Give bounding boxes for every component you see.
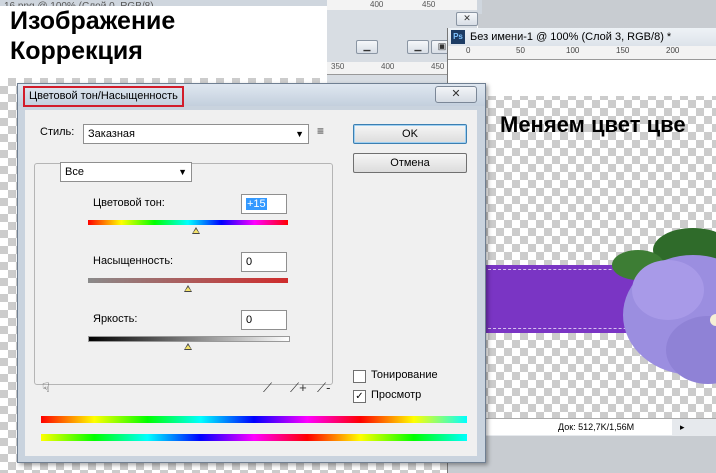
dialog-title: Цветовой тон/Насыщенность — [23, 86, 184, 107]
saturation-slider-handle[interactable] — [184, 285, 192, 292]
hue-saturation-dialog: Цветовой тон/Насыщенность ✕ Стиль: Заказ… — [17, 83, 486, 463]
dialog-close-button[interactable]: ✕ — [435, 86, 477, 103]
adjusted-color-bar — [41, 434, 467, 441]
workspace-background — [448, 436, 716, 473]
cancel-button[interactable]: Отмена — [353, 153, 467, 173]
adjustment-group — [34, 163, 333, 385]
hue-slider[interactable] — [88, 220, 288, 225]
channel-select[interactable]: Все ▼ — [60, 162, 192, 182]
colorize-label: Тонирование — [371, 369, 438, 381]
preview-checkbox[interactable]: ✓ — [353, 390, 366, 403]
ok-button[interactable]: OK — [353, 124, 467, 144]
targeted-adjustment-hand-icon[interactable]: ☟ — [42, 380, 50, 396]
document-size: Док: 512,7K/1,56M — [558, 422, 635, 432]
style-select[interactable]: Заказная ▼ — [83, 124, 309, 144]
saturation-value-input[interactable]: 0 — [241, 252, 287, 272]
preset-menu-icon[interactable]: ≡ — [317, 124, 324, 138]
violet-flower-image — [612, 228, 716, 384]
hue-value-input[interactable]: +15 — [241, 194, 287, 214]
saturation-label: Насыщенность: — [93, 255, 174, 267]
document-caption-text: Меняем цвет цве — [500, 112, 686, 137]
dialog-title-bar: Цветовой тон/Насыщенность ✕ — [18, 84, 485, 107]
hue-slider-handle[interactable] — [192, 227, 200, 234]
saturation-slider[interactable] — [88, 278, 288, 283]
instruction-heading: Изображение Коррекция — [0, 6, 327, 78]
lightness-label: Яркость: — [93, 313, 138, 325]
minimize-button[interactable]: ▁ — [407, 40, 429, 54]
eyedropper-add-icon[interactable]: ⟋+ — [290, 380, 307, 396]
top-ruler: 400 450 — [327, 0, 477, 10]
document-ruler: 0 50 100 150 200 — [448, 46, 716, 60]
document-window: Ps Без имени-1 @ 100% (Слой 3, RGB/8) * … — [447, 28, 716, 473]
photoshop-icon: Ps — [451, 30, 465, 44]
lightness-slider-handle[interactable] — [184, 343, 192, 350]
lightness-slider[interactable] — [88, 336, 290, 342]
eyedropper-icon[interactable]: ⟋ — [263, 380, 272, 396]
preview-label: Просмотр — [371, 389, 422, 401]
close-window-button[interactable]: ✕ — [456, 12, 478, 26]
chevron-down-icon: ▼ — [295, 129, 304, 139]
dialog-body: Стиль: Заказная ▼ ≡ OK Отмена Все ▼ Цветов… — [25, 110, 477, 456]
hue-label: Цветовой тон: — [93, 197, 165, 209]
document-title-bar: Ps Без имени-1 @ 100% (Слой 3, RGB/8) * — [448, 28, 716, 46]
heading-line-1: Изображение — [10, 7, 176, 35]
eyedropper-subtract-icon[interactable]: ⟋- — [317, 380, 330, 396]
original-color-bar — [41, 416, 467, 423]
colorize-checkbox[interactable] — [353, 370, 366, 383]
document-status-bar: ◔ Док: 512,7K/1,56M ▸ — [448, 418, 716, 436]
second-window-minimize[interactable]: ▁ — [356, 40, 378, 54]
document-canvas[interactable]: Меняем цвет цве — [448, 60, 716, 420]
chevron-down-icon: ▼ — [178, 167, 187, 177]
heading-line-2: Коррекция — [10, 37, 143, 65]
lightness-value-input[interactable]: 0 — [241, 310, 287, 330]
style-label: Стиль: — [40, 126, 75, 138]
status-arrow-icon[interactable]: ▸ — [680, 419, 685, 436]
